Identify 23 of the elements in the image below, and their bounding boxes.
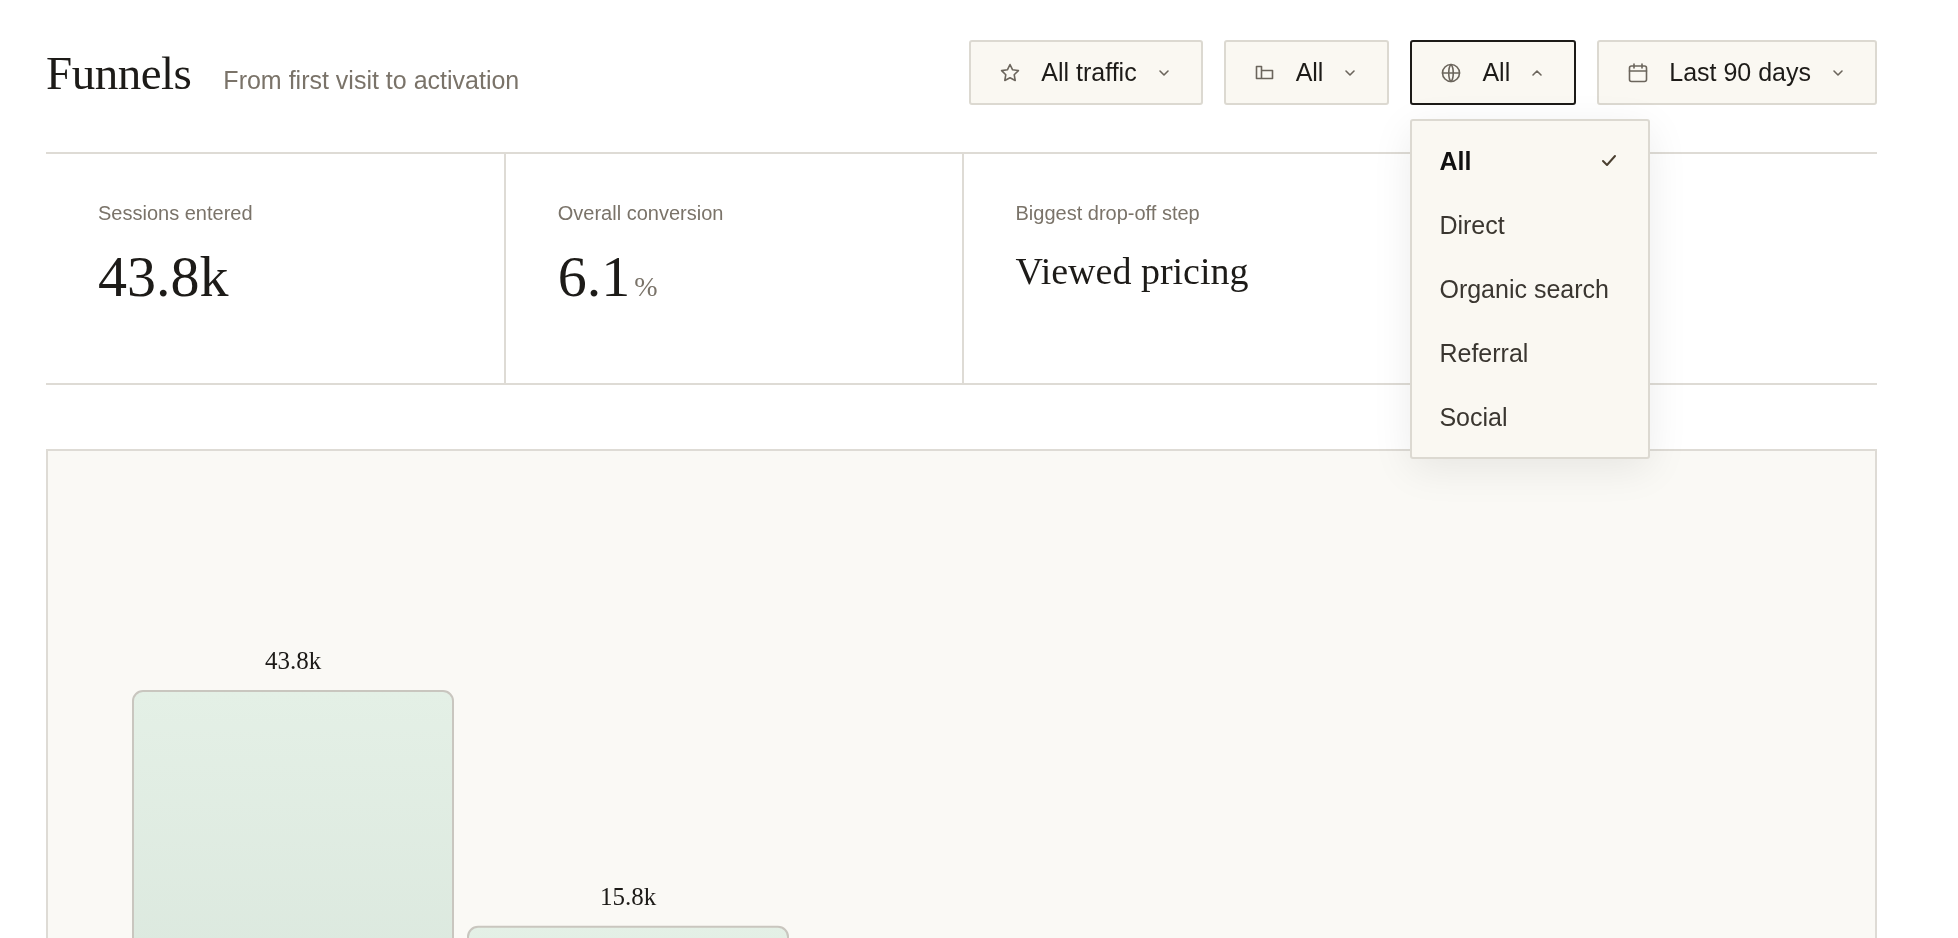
filter-dropdown[interactable]: Last 90 days [1597,40,1877,105]
star-icon [999,61,1022,84]
menu-item[interactable]: Direct [1412,193,1649,257]
kpi-label: Overall conversion [557,202,725,225]
calendar-icon [1627,61,1650,84]
menu-item[interactable]: Organic search [1412,257,1649,321]
page-title: Funnels [46,45,192,100]
globe-icon [1440,61,1463,84]
page-subtitle: From first visit to activation [223,65,520,95]
menu-item[interactable]: Referral [1412,321,1649,385]
kpi-label: Biggest drop-off step [1015,202,1201,225]
filter-dropdown[interactable]: All traffic [969,40,1203,105]
kpi-value: 6.1 [557,245,631,309]
kpi-label: Sessions entered [98,202,254,225]
bar-value-label: 15.8k [599,882,657,910]
filter-dropdown[interactable]: All [1410,40,1577,105]
kpi-value: 43.8k [98,245,229,309]
filter-dropdown[interactable]: All [1223,40,1390,105]
kpi-unit: % [634,271,658,303]
menu-item[interactable]: Social [1412,385,1649,449]
bar-value-label: 43.8k [264,647,322,674]
menu-item[interactable]: All [1412,129,1649,193]
kpi-value: Viewed pricing [1015,251,1249,293]
